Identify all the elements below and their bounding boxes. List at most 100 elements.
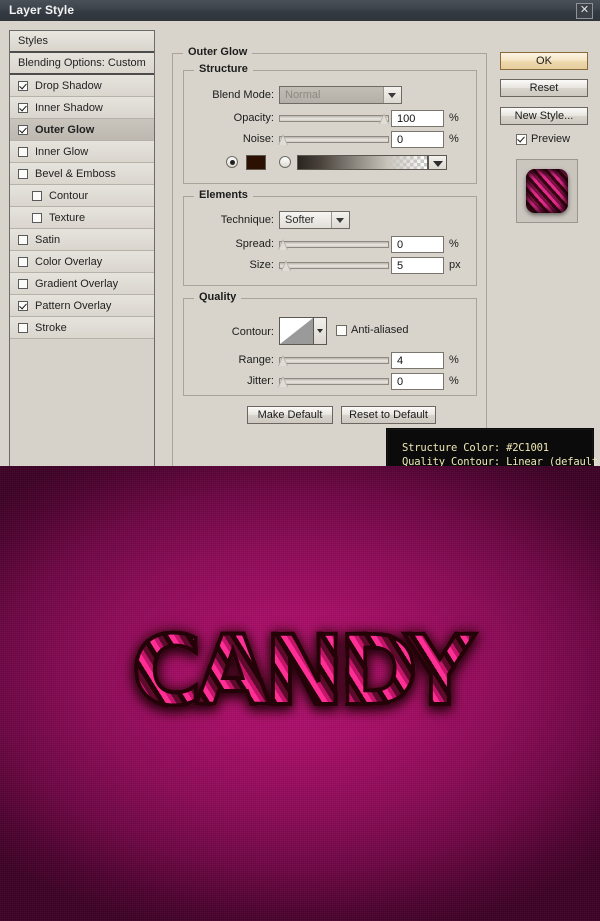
contour-dropdown-icon[interactable] xyxy=(314,317,327,345)
jitter-slider-thumb[interactable] xyxy=(278,376,289,388)
sidebar-item-satin[interactable]: Satin xyxy=(10,229,154,251)
effect-label: Contour xyxy=(49,189,89,202)
new-style-button[interactable]: New Style... xyxy=(500,107,588,125)
quality-group: Quality Contour: Anti-aliased Range: 4 % xyxy=(183,291,477,396)
spread-label: Spread: xyxy=(235,238,274,250)
spread-slider-thumb[interactable] xyxy=(278,239,289,251)
effect-checkbox[interactable] xyxy=(18,322,28,333)
ok-button[interactable]: OK xyxy=(500,52,588,70)
sidebar-item-contour[interactable]: Contour xyxy=(10,185,154,207)
range-unit: % xyxy=(449,354,459,366)
structure-title: Structure xyxy=(194,63,253,75)
sidebar-item-drop-shadow[interactable]: Drop Shadow xyxy=(10,75,154,97)
sidebar-item-texture[interactable]: Texture xyxy=(10,207,154,229)
effect-checkbox[interactable] xyxy=(18,234,28,245)
reset-button[interactable]: Reset xyxy=(500,79,588,97)
noise-input[interactable]: 0 xyxy=(391,131,444,148)
noise-slider[interactable] xyxy=(278,134,389,146)
dialog-body: Styles Blending Options: Custom Drop Sha… xyxy=(0,21,600,478)
chevron-down-icon xyxy=(331,212,349,228)
gradient-dropdown-icon[interactable] xyxy=(428,155,447,170)
effect-checkbox[interactable] xyxy=(32,212,42,223)
effect-label: Pattern Overlay xyxy=(35,299,112,312)
sidebar-item-gradient-overlay[interactable]: Gradient Overlay xyxy=(10,273,154,295)
opacity-slider[interactable] xyxy=(279,113,390,125)
contour-label: Contour: xyxy=(231,326,274,338)
effect-checkbox[interactable] xyxy=(32,190,42,201)
range-slider-thumb[interactable] xyxy=(278,355,289,367)
glow-color-swatch[interactable] xyxy=(246,155,266,170)
styles-header-label: Styles xyxy=(18,35,48,47)
effect-checkbox[interactable] xyxy=(18,168,28,179)
noise-slider-thumb[interactable] xyxy=(278,134,289,146)
sidebar-item-inner-shadow[interactable]: Inner Shadow xyxy=(10,97,154,119)
effect-checkbox[interactable] xyxy=(18,278,28,289)
opacity-unit: % xyxy=(449,112,459,124)
make-default-button[interactable]: Make Default xyxy=(247,406,333,424)
size-slider[interactable] xyxy=(279,260,389,272)
jitter-unit: % xyxy=(449,375,459,387)
effect-label: Drop Shadow xyxy=(35,79,102,92)
spread-unit: % xyxy=(449,238,459,250)
gradient-color-radio[interactable] xyxy=(279,156,291,168)
outer-glow-group: Outer Glow Structure Blend Mode: Normal … xyxy=(172,46,487,467)
effect-label: Gradient Overlay xyxy=(35,277,119,290)
structure-group: Structure Blend Mode: Normal Opacity: 10… xyxy=(183,63,477,184)
candy-text: CANDY xyxy=(129,615,476,727)
effect-label: Satin xyxy=(35,233,61,246)
jitter-input[interactable]: 0 xyxy=(391,373,444,390)
outer-glow-title: Outer Glow xyxy=(183,46,253,58)
preview-thumbnail-frame xyxy=(516,159,578,223)
jitter-slider[interactable] xyxy=(278,376,389,388)
sidebar-item-inner-glow[interactable]: Inner Glow xyxy=(10,141,154,163)
technique-select[interactable]: Softer xyxy=(279,211,350,229)
effect-label: Outer Glow xyxy=(35,123,95,136)
tooltip-line-1: Structure Color: #2C1001 xyxy=(402,442,549,454)
title-bar: Layer Style ✕ xyxy=(0,0,600,22)
anti-aliased-checkbox[interactable] xyxy=(336,325,347,336)
window-title: Layer Style xyxy=(9,3,75,17)
range-label: Range: xyxy=(238,354,274,366)
sidebar-item-color-overlay[interactable]: Color Overlay xyxy=(10,251,154,273)
blend-mode-value: Normal xyxy=(285,89,321,101)
anti-aliased-label: Anti-aliased xyxy=(351,324,409,336)
range-input[interactable]: 4 xyxy=(391,352,444,369)
blend-mode-label: Blend Mode: xyxy=(212,89,274,101)
solid-color-radio[interactable] xyxy=(226,156,238,168)
effect-label: Texture xyxy=(49,211,86,224)
opacity-input[interactable]: 100 xyxy=(391,110,444,127)
spread-input[interactable]: 0 xyxy=(391,236,444,253)
gradient-preview-bar[interactable] xyxy=(297,155,428,170)
effect-checkbox[interactable] xyxy=(18,124,28,135)
close-icon[interactable]: ✕ xyxy=(576,3,593,19)
styles-effect-rows: Drop Shadow Inner Shadow Outer Glow Inner G… xyxy=(10,75,154,339)
sidebar-item-outer-glow[interactable]: Outer Glow xyxy=(10,119,154,141)
effect-checkbox[interactable] xyxy=(18,80,28,91)
opacity-slider-thumb[interactable] xyxy=(379,113,390,125)
range-slider[interactable] xyxy=(278,355,389,367)
contour-preview[interactable] xyxy=(279,317,314,345)
elements-group: Elements Technique: Softer Spread: 0 % S… xyxy=(183,189,477,286)
size-input[interactable]: 5 xyxy=(391,257,444,274)
size-slider-thumb[interactable] xyxy=(281,260,292,272)
effect-checkbox[interactable] xyxy=(18,146,28,157)
styles-list-header[interactable]: Styles xyxy=(10,31,154,53)
sidebar-item-pattern-overlay[interactable]: Pattern Overlay xyxy=(10,295,154,317)
sidebar-item-blending-options[interactable]: Blending Options: Custom xyxy=(10,53,154,75)
layer-style-window: Layer Style ✕ Styles Blending Options: C… xyxy=(0,0,600,921)
preview-label: Preview xyxy=(531,133,571,145)
blend-mode-select[interactable]: Normal xyxy=(279,86,402,104)
noise-label: Noise: xyxy=(242,133,274,145)
effect-label: Bevel & Emboss xyxy=(35,167,116,180)
effect-checkbox[interactable] xyxy=(18,300,28,311)
sidebar-item-stroke[interactable]: Stroke xyxy=(10,317,154,339)
preview-checkbox[interactable] xyxy=(516,134,527,145)
spread-slider[interactable] xyxy=(278,239,389,251)
styles-list: Styles Blending Options: Custom Drop Sha… xyxy=(9,30,155,473)
reset-to-default-button[interactable]: Reset to Default xyxy=(341,406,436,424)
effect-checkbox[interactable] xyxy=(18,102,28,113)
size-unit: px xyxy=(449,259,461,271)
sidebar-item-bevel-emboss[interactable]: Bevel & Emboss xyxy=(10,163,154,185)
effect-checkbox[interactable] xyxy=(18,256,28,267)
technique-value: Softer xyxy=(285,214,315,226)
